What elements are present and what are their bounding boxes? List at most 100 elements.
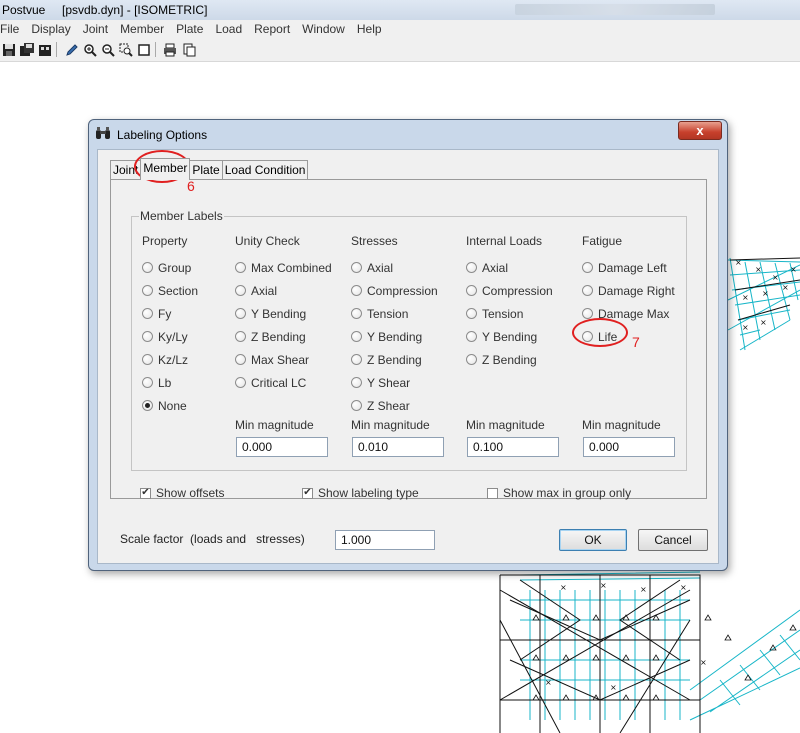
radio-button[interactable] — [142, 285, 153, 296]
menu-joint[interactable]: Joint — [75, 20, 112, 38]
radio-stress-z-bending[interactable]: Z Bending — [351, 348, 438, 371]
radio-fatigue-life[interactable]: Life — [582, 325, 675, 348]
radio-button[interactable] — [142, 262, 153, 273]
fatigue-min-magnitude-input[interactable]: 0.000 — [583, 437, 675, 457]
tab-joint[interactable]: Joint — [110, 160, 142, 180]
radio-button[interactable] — [142, 377, 153, 388]
checkbox-checked[interactable]: ✔ — [140, 487, 151, 499]
radio-button[interactable] — [351, 308, 362, 319]
radio-button[interactable] — [466, 354, 477, 365]
radio-property-kz-lz[interactable]: Kz/Lz — [142, 348, 198, 371]
radio-stress-y-bending[interactable]: Y Bending — [351, 325, 438, 348]
scale-factor-input[interactable]: 1.000 — [335, 530, 435, 550]
tab-member[interactable]: Member — [140, 158, 191, 180]
menu-load[interactable]: Load — [207, 20, 246, 38]
radio-button[interactable] — [582, 308, 593, 319]
radio-button[interactable] — [235, 262, 246, 273]
radio-button[interactable] — [582, 262, 593, 273]
save-all-icon[interactable] — [18, 41, 35, 58]
radio-button[interactable] — [235, 377, 246, 388]
radio-button[interactable] — [582, 285, 593, 296]
unity-min-magnitude-input[interactable]: 0.000 — [236, 437, 328, 457]
zoom-out-icon[interactable] — [99, 41, 116, 58]
show-labeling-type-checkbox[interactable]: ✔ Show labeling type — [302, 486, 419, 500]
radio-property-ky-ly[interactable]: Ky/Ly — [142, 325, 198, 348]
stresses-min-magnitude-input[interactable]: 0.010 — [352, 437, 444, 457]
radio-unity-z-bending[interactable]: Z Bending — [235, 325, 332, 348]
menu-report[interactable]: Report — [246, 20, 294, 38]
window-icon[interactable] — [135, 41, 152, 58]
internal-min-magnitude-input[interactable]: 0.100 — [467, 437, 559, 457]
tab-plate[interactable]: Plate — [189, 160, 223, 180]
radio-unity-y-bending[interactable]: Y Bending — [235, 302, 332, 325]
radio-internal-tension[interactable]: Tension — [466, 302, 553, 325]
radio-internal-axial[interactable]: Axial — [466, 256, 553, 279]
radio-property-group[interactable]: Group — [142, 256, 198, 279]
zoom-window-icon[interactable] — [117, 41, 134, 58]
radio-internal-z-bending[interactable]: Z Bending — [466, 348, 553, 371]
radio-button[interactable] — [142, 331, 153, 342]
menu-display[interactable]: Display — [23, 20, 74, 38]
radio-fatigue-damage-left[interactable]: Damage Left — [582, 256, 675, 279]
close-button[interactable]: x — [678, 121, 722, 140]
radio-button[interactable] — [351, 285, 362, 296]
radio-stress-compression[interactable]: Compression — [351, 279, 438, 302]
radio-button[interactable] — [235, 285, 246, 296]
radio-fatigue-damage-right[interactable]: Damage Right — [582, 279, 675, 302]
radio-button-selected[interactable] — [142, 400, 153, 411]
print-preview-icon[interactable] — [36, 41, 53, 58]
radio-label: Life — [598, 329, 618, 344]
radio-button[interactable] — [351, 262, 362, 273]
radio-button[interactable] — [466, 262, 477, 273]
show-offsets-checkbox[interactable]: ✔ Show offsets — [140, 486, 224, 500]
radio-button[interactable] — [235, 331, 246, 342]
radio-button[interactable] — [466, 331, 477, 342]
menu-member[interactable]: Member — [112, 20, 168, 38]
radio-unity-critical-lc[interactable]: Critical LC — [235, 371, 332, 394]
radio-button[interactable] — [142, 354, 153, 365]
radio-button[interactable] — [351, 331, 362, 342]
save-icon[interactable] — [0, 41, 17, 58]
tab-load-condition[interactable]: Load Condition — [221, 160, 309, 180]
radio-button[interactable] — [351, 354, 362, 365]
menu-window[interactable]: Window — [294, 20, 349, 38]
radio-stress-y-shear[interactable]: Y Shear — [351, 371, 438, 394]
radio-stress-axial[interactable]: Axial — [351, 256, 438, 279]
radio-stress-z-shear[interactable]: Z Shear — [351, 394, 438, 417]
cancel-button[interactable]: Cancel — [638, 529, 708, 551]
radio-button[interactable] — [142, 308, 153, 319]
checkbox-checked[interactable]: ✔ — [302, 487, 313, 499]
print-icon[interactable] — [161, 41, 178, 58]
menu-plate[interactable]: Plate — [168, 20, 207, 38]
radio-property-none[interactable]: None — [142, 394, 198, 417]
radio-fatigue-damage-max[interactable]: Damage Max — [582, 302, 675, 325]
radio-button[interactable] — [235, 308, 246, 319]
radio-button[interactable] — [351, 377, 362, 388]
radio-button[interactable] — [235, 354, 246, 365]
radio-button[interactable] — [582, 331, 593, 342]
radio-label: Tension — [482, 306, 524, 321]
radio-internal-y-bending[interactable]: Y Bending — [466, 325, 553, 348]
zoom-in-icon[interactable] — [81, 41, 98, 58]
ok-button[interactable]: OK — [559, 529, 627, 551]
menu-file[interactable]: File — [0, 20, 23, 38]
show-max-in-group-checkbox[interactable]: Show max in group only — [487, 486, 631, 500]
checkbox-unchecked[interactable] — [487, 487, 498, 499]
radio-unity-max-shear[interactable]: Max Shear — [235, 348, 332, 371]
radio-stress-tension[interactable]: Tension — [351, 302, 438, 325]
radio-property-lb[interactable]: Lb — [142, 371, 198, 394]
radio-button[interactable] — [466, 308, 477, 319]
radio-button[interactable] — [351, 400, 362, 411]
app-title: Postvue — [2, 3, 46, 17]
menu-help[interactable]: Help — [349, 20, 386, 38]
annotation-number: 6 — [187, 178, 195, 194]
radio-button[interactable] — [466, 285, 477, 296]
pencil-icon[interactable] — [63, 41, 80, 58]
radio-unity-axial[interactable]: Axial — [235, 279, 332, 302]
radio-property-fy[interactable]: Fy — [142, 302, 198, 325]
radio-unity-max-combined[interactable]: Max Combined — [235, 256, 332, 279]
radio-internal-compression[interactable]: Compression — [466, 279, 553, 302]
svg-text:×: × — [755, 265, 762, 274]
radio-property-section[interactable]: Section — [142, 279, 198, 302]
copy-icon[interactable] — [180, 41, 197, 58]
